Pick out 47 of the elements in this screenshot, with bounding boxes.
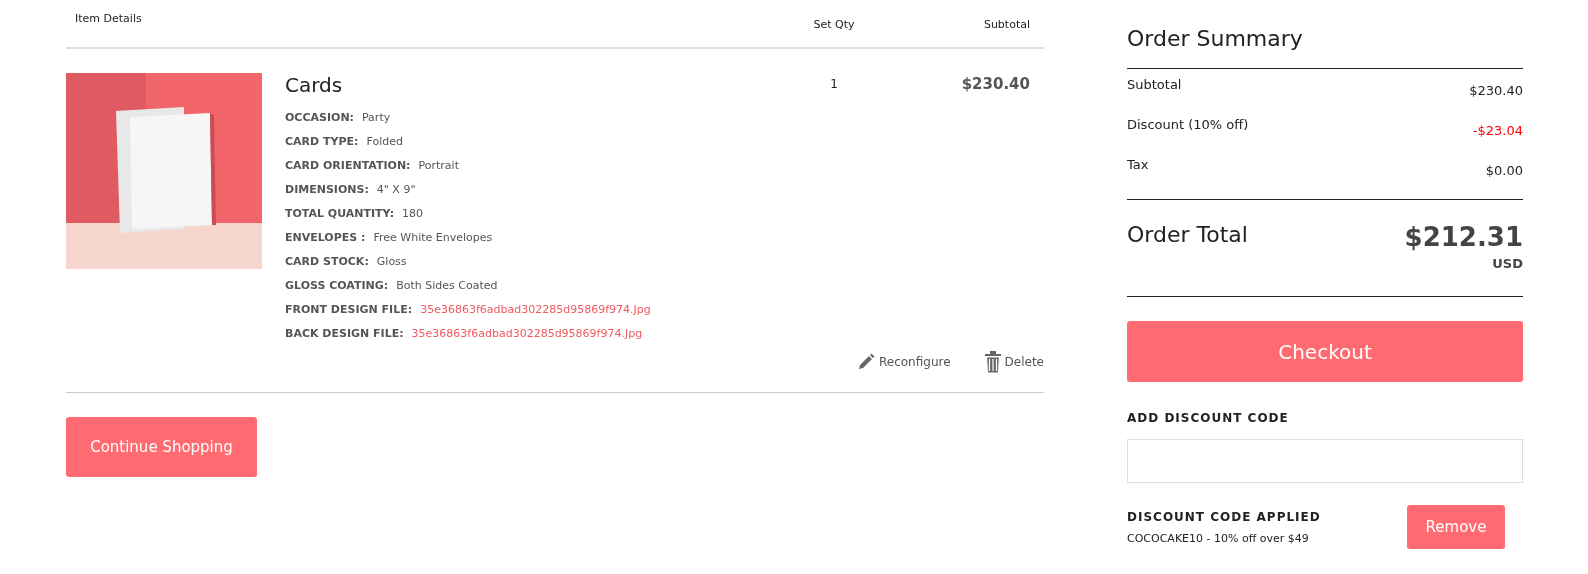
- discount-heading: ADD DISCOUNT CODE: [1127, 411, 1290, 425]
- option-label: FRONT DESIGN FILE:: [285, 303, 413, 316]
- summary-label: Subtotal: [1127, 77, 1182, 94]
- quantity: 1: [830, 77, 838, 91]
- option-label: CARD ORIENTATION:: [285, 159, 411, 172]
- option-label: DIMENSIONS:: [285, 183, 369, 196]
- option-label: BACK DESIGN FILE:: [285, 327, 404, 340]
- total-label: Order Total: [1127, 222, 1248, 249]
- pencil-icon: [857, 353, 875, 371]
- option-label: ENVELOPES :: [285, 231, 366, 244]
- discount-code-field[interactable]: [1127, 439, 1523, 483]
- currency: USD: [1491, 256, 1523, 271]
- summary-value: $230.40: [1469, 82, 1523, 100]
- option-value: Both Sides Coated: [396, 279, 498, 292]
- edit-button[interactable]: Reconfigure: [857, 351, 951, 373]
- remove-button[interactable]: Remove: [1407, 505, 1505, 549]
- option-value: Folded: [366, 135, 403, 148]
- column-header: Subtotal: [982, 17, 1031, 33]
- delete-button[interactable]: Delete: [984, 351, 1044, 373]
- option-value: Free White Envelopes: [373, 231, 493, 244]
- option-value: 180: [402, 207, 424, 220]
- summary-label: Tax: [1127, 157, 1149, 174]
- summary-title: Order Summary: [1127, 26, 1304, 51]
- summary-label: Discount (10% off): [1127, 117, 1249, 134]
- continue-shopping-button[interactable]: Continue Shopping: [66, 417, 257, 477]
- file-link[interactable]: 35e36863f6adbad302285d95869f974.Jpg: [420, 303, 651, 316]
- file-link[interactable]: 35e36863f6adbad302285d95869f974.Jpg: [411, 327, 643, 340]
- summary-value: -$23.04: [1472, 122, 1523, 140]
- product-name: Cards: [285, 73, 344, 97]
- column-header: Item Details: [74, 11, 143, 27]
- option-value: Portrait: [418, 159, 459, 172]
- option-value: Party: [362, 111, 391, 124]
- option-label: GLOSS COATING:: [285, 279, 389, 292]
- option-value: Gloss: [376, 255, 407, 268]
- option-value: 4" X 9": [376, 183, 416, 196]
- option-label: CARD STOCK:: [285, 255, 369, 268]
- summary-value: $0.00: [1485, 162, 1523, 180]
- option-label: OCCASION:: [285, 111, 354, 124]
- item-subtotal: $230.40: [961, 75, 1030, 93]
- applied-code: COCOCAKE10 - 10% off over $49: [1127, 531, 1310, 545]
- option-label: TOTAL QUANTITY:: [285, 207, 395, 220]
- total-amount: $212.31: [1404, 222, 1523, 252]
- checkout-button[interactable]: Checkout: [1127, 321, 1523, 382]
- trash-icon: [984, 351, 1001, 373]
- applied-heading: DISCOUNT CODE APPLIED: [1127, 509, 1321, 524]
- option-label: CARD TYPE:: [285, 135, 359, 148]
- column-header: Set Qty: [812, 17, 856, 33]
